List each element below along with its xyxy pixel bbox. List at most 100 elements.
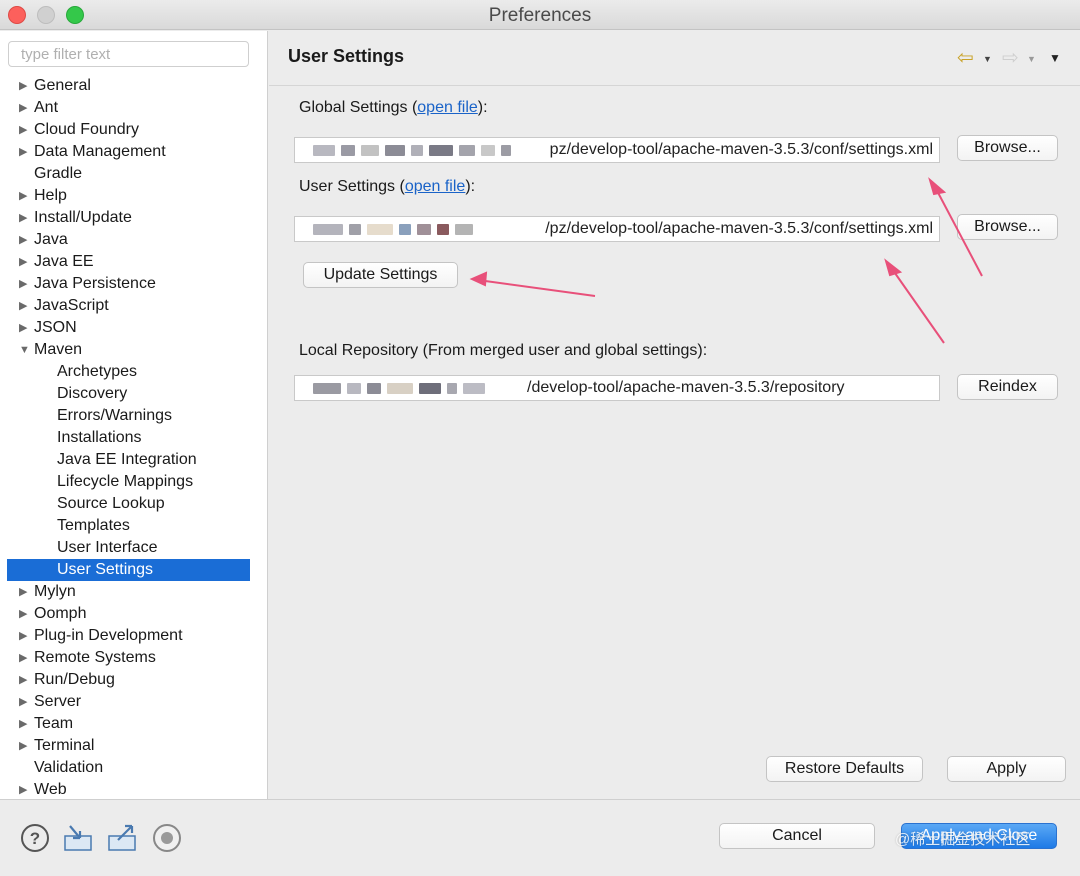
global-settings-path: pz/develop-tool/apache-maven-3.5.3/conf/… — [549, 141, 933, 158]
collapsed-arrow-icon[interactable]: ▶ — [19, 273, 33, 295]
user-settings-path: /pz/develop-tool/apache-maven-3.5.3/conf… — [545, 220, 933, 237]
sidebar-item-terminal[interactable]: ▶ Terminal — [0, 735, 268, 757]
global-settings-label: Global Settings (open file): — [299, 99, 488, 116]
reindex-button[interactable]: Reindex — [957, 374, 1058, 400]
collapsed-arrow-icon[interactable]: ▶ — [19, 647, 33, 669]
sidebar-item-lifecycle-mappings[interactable]: Lifecycle Mappings — [0, 471, 268, 493]
update-settings-button[interactable]: Update Settings — [303, 262, 458, 288]
sidebar-item-maven[interactable]: ▼ Maven — [0, 339, 268, 361]
sidebar-item-discovery[interactable]: Discovery — [0, 383, 268, 405]
sidebar-item-cloud-foundry[interactable]: ▶ Cloud Foundry — [0, 119, 268, 141]
collapsed-arrow-icon[interactable]: ▶ — [19, 251, 33, 273]
sidebar-item-gradle[interactable]: Gradle — [0, 163, 268, 185]
sidebar-item-plug-in-development[interactable]: ▶ Plug-in Development — [0, 625, 268, 647]
page-title: User Settings — [288, 46, 405, 66]
help-icon[interactable]: ? — [19, 822, 51, 854]
sidebar-item-label: Installations — [57, 429, 142, 446]
sidebar-item-remote-systems[interactable]: ▶ Remote Systems — [0, 647, 268, 669]
sidebar-item-web[interactable]: ▶ Web — [0, 779, 268, 801]
collapsed-arrow-icon[interactable]: ▶ — [19, 207, 33, 229]
collapsed-arrow-icon[interactable]: ▶ — [19, 603, 33, 625]
window-title: Preferences — [488, 5, 592, 26]
global-settings-field[interactable]: pz/develop-tool/apache-maven-3.5.3/conf/… — [294, 137, 940, 163]
collapsed-arrow-icon[interactable]: ▶ — [19, 779, 33, 801]
sidebar-item-java-ee[interactable]: ▶ Java EE — [0, 251, 268, 273]
sidebar-item-javascript[interactable]: ▶ JavaScript — [0, 295, 268, 317]
back-arrow-icon[interactable]: ⇦ — [957, 47, 974, 69]
sidebar-item-validation[interactable]: Validation — [0, 757, 268, 779]
sidebar-item-label: Java EE Integration — [57, 451, 197, 468]
sidebar-item-label: Help — [34, 187, 67, 204]
collapsed-arrow-icon[interactable]: ▶ — [19, 141, 33, 163]
collapsed-arrow-icon[interactable]: ▶ — [19, 185, 33, 207]
sidebar-item-installations[interactable]: Installations — [0, 427, 268, 449]
collapsed-arrow-icon[interactable]: ▶ — [19, 625, 33, 647]
sidebar-item-json[interactable]: ▶ JSON — [0, 317, 268, 339]
sidebar-item-label: Lifecycle Mappings — [57, 473, 194, 490]
user-open-file-link[interactable]: open file — [405, 178, 466, 195]
collapsed-arrow-icon[interactable]: ▶ — [19, 669, 33, 691]
sidebar-item-label: Cloud Foundry — [34, 121, 139, 138]
import-icon[interactable] — [62, 822, 94, 854]
forward-history-dropdown-icon[interactable]: ▼ — [1027, 48, 1036, 70]
preferences-sidebar: ▶General▶Ant▶Cloud Foundry▶Data Manageme… — [0, 31, 268, 799]
user-settings-label: User Settings (open file): — [299, 178, 476, 195]
sidebar-item-java-ee-integration[interactable]: Java EE Integration — [0, 449, 268, 471]
sidebar-item-errors-warnings[interactable]: Errors/Warnings — [0, 405, 268, 427]
sidebar-item-label: Java EE — [34, 253, 94, 270]
sidebar-item-user-settings[interactable]: User Settings — [7, 559, 250, 581]
sidebar-item-java[interactable]: ▶ Java — [0, 229, 268, 251]
collapsed-arrow-icon[interactable]: ▶ — [19, 229, 33, 251]
sidebar-item-oomph[interactable]: ▶ Oomph — [0, 603, 268, 625]
sidebar-item-label: Templates — [57, 517, 130, 534]
collapsed-arrow-icon[interactable]: ▶ — [19, 75, 33, 97]
collapsed-arrow-icon[interactable]: ▶ — [19, 735, 33, 757]
global-open-file-link[interactable]: open file — [417, 99, 478, 116]
redacted-path-prefix — [295, 217, 473, 241]
collapsed-arrow-icon[interactable]: ▶ — [19, 581, 33, 603]
sidebar-item-ant[interactable]: ▶ Ant — [0, 97, 268, 119]
expanded-arrow-icon[interactable]: ▼ — [19, 339, 33, 361]
collapsed-arrow-icon[interactable]: ▶ — [19, 713, 33, 735]
user-browse-button[interactable]: Browse... — [957, 214, 1058, 240]
sidebar-item-source-lookup[interactable]: Source Lookup — [0, 493, 268, 515]
apply-button[interactable]: Apply — [947, 756, 1066, 782]
sidebar-item-team[interactable]: ▶ Team — [0, 713, 268, 735]
sidebar-item-label: Errors/Warnings — [57, 407, 172, 424]
title-bar: Preferences — [0, 0, 1080, 30]
svg-text:?: ? — [30, 829, 40, 848]
dialog-footer: ? Cancel Apply and Close @稀土掘金技术社区 — [0, 799, 1080, 876]
sidebar-item-java-persistence[interactable]: ▶ Java Persistence — [0, 273, 268, 295]
sidebar-item-mylyn[interactable]: ▶ Mylyn — [0, 581, 268, 603]
collapsed-arrow-icon[interactable]: ▶ — [19, 97, 33, 119]
sidebar-item-data-management[interactable]: ▶ Data Management — [0, 141, 268, 163]
cancel-button[interactable]: Cancel — [719, 823, 875, 849]
global-browse-button[interactable]: Browse... — [957, 135, 1058, 161]
sidebar-item-label: Terminal — [34, 737, 95, 754]
collapsed-arrow-icon[interactable]: ▶ — [19, 691, 33, 713]
view-menu-icon[interactable]: ▼ — [1049, 47, 1061, 69]
sidebar-item-server[interactable]: ▶ Server — [0, 691, 268, 713]
sidebar-item-label: General — [34, 77, 91, 94]
user-settings-field[interactable]: /pz/develop-tool/apache-maven-3.5.3/conf… — [294, 216, 940, 242]
collapsed-arrow-icon[interactable]: ▶ — [19, 317, 33, 339]
sidebar-item-run-debug[interactable]: ▶ Run/Debug — [0, 669, 268, 691]
sidebar-item-label: Java — [34, 231, 68, 248]
back-history-dropdown-icon[interactable]: ▼ — [983, 48, 992, 70]
collapsed-arrow-icon[interactable]: ▶ — [19, 119, 33, 141]
sidebar-item-user-interface[interactable]: User Interface — [0, 537, 268, 559]
sidebar-item-templates[interactable]: Templates — [0, 515, 268, 537]
collapsed-arrow-icon[interactable]: ▶ — [19, 295, 33, 317]
sidebar-item-label: Archetypes — [57, 363, 138, 380]
forward-arrow-icon[interactable]: ⇨ — [1002, 47, 1019, 69]
sidebar-item-label: User Settings — [57, 561, 154, 578]
sidebar-item-install-update[interactable]: ▶ Install/Update — [0, 207, 268, 229]
record-icon[interactable] — [151, 822, 183, 854]
export-icon[interactable] — [106, 822, 138, 854]
sidebar-item-archetypes[interactable]: Archetypes — [0, 361, 268, 383]
restore-defaults-button[interactable]: Restore Defaults — [766, 756, 923, 782]
sidebar-item-help[interactable]: ▶ Help — [0, 185, 268, 207]
sidebar-item-general[interactable]: ▶ General — [0, 75, 268, 97]
local-repository-path: /develop-tool/apache-maven-3.5.3/reposit… — [527, 379, 845, 396]
filter-input[interactable] — [8, 41, 249, 67]
